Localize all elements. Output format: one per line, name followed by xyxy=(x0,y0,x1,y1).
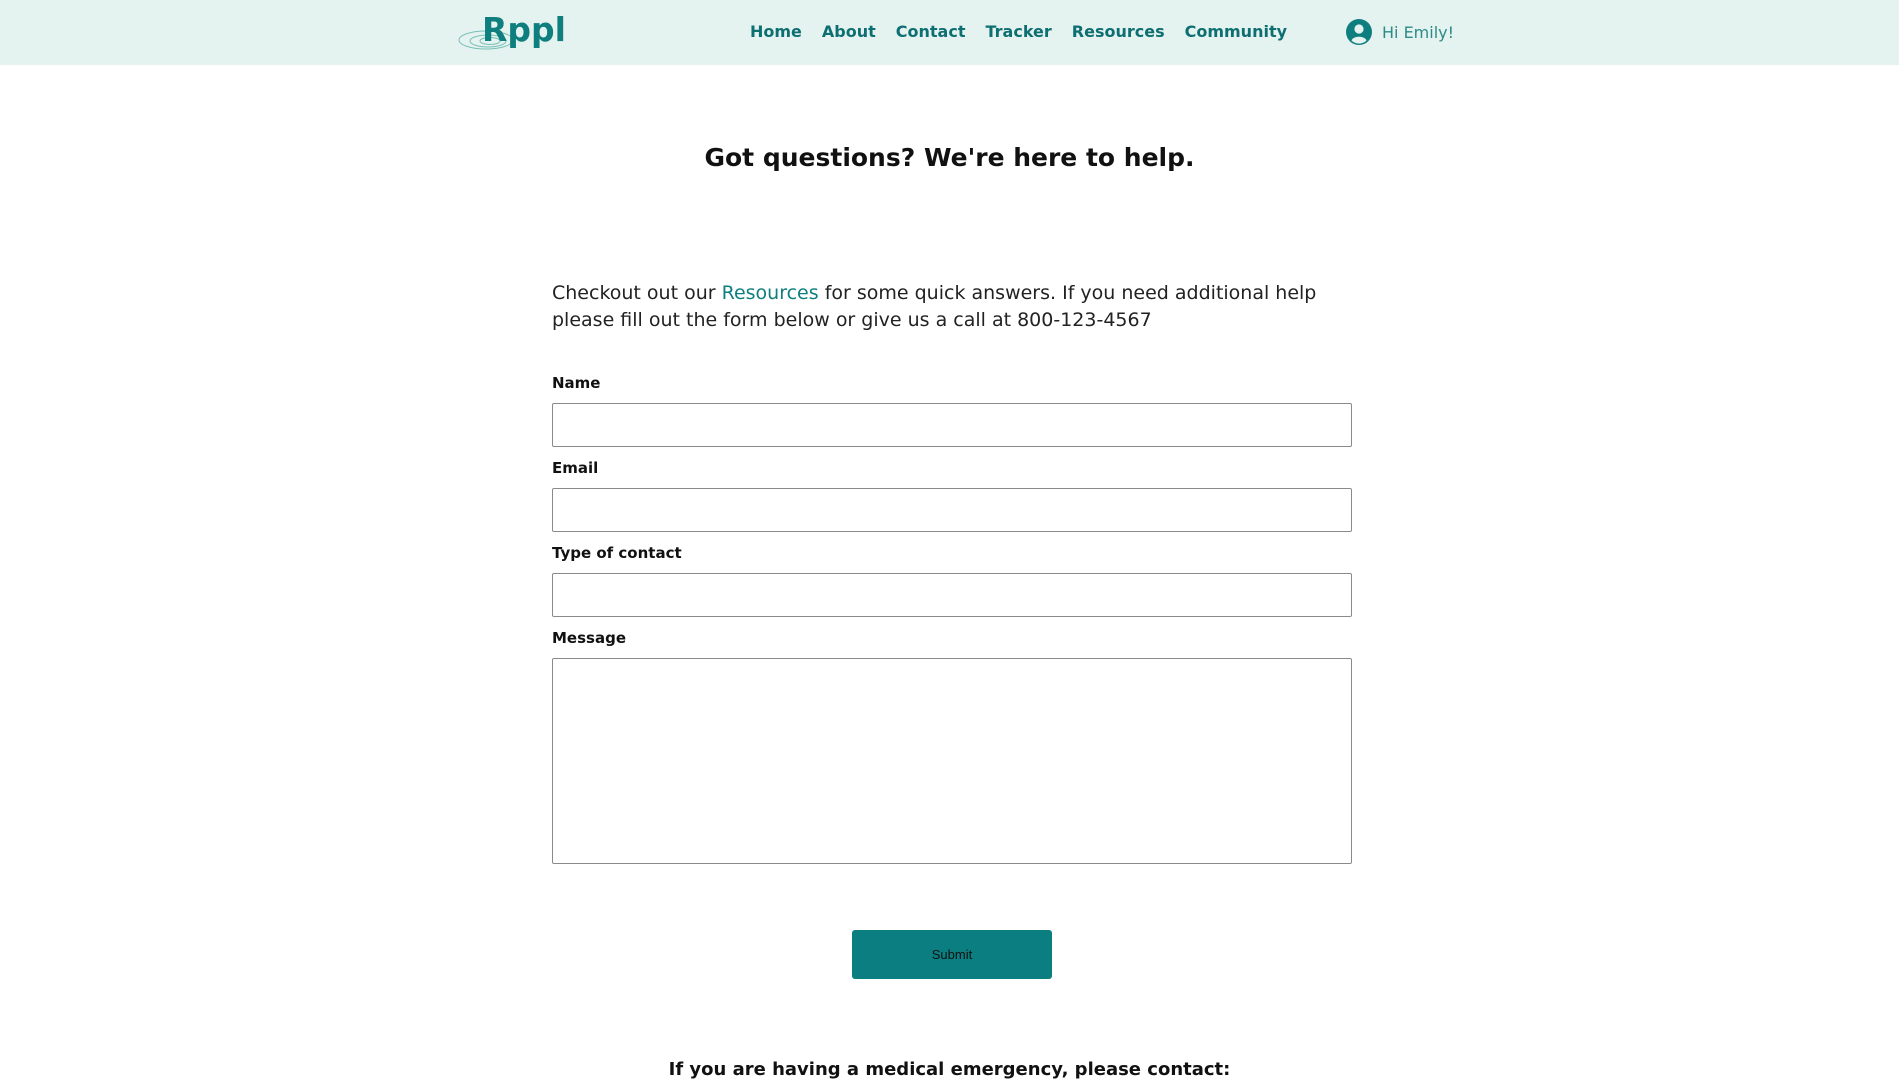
emergency-notice: If you are having a medical emergency, p… xyxy=(668,1059,1231,1080)
nav-tracker[interactable]: Tracker xyxy=(985,22,1051,41)
nav-community[interactable]: Community xyxy=(1185,22,1287,41)
user-circle-icon[interactable] xyxy=(1346,19,1372,45)
name-label: Name xyxy=(552,374,601,392)
main-nav: Home About Contact Tracker Resources Com… xyxy=(750,22,1307,41)
message-label: Message xyxy=(552,629,626,647)
user-menu[interactable]: Hi Emily! xyxy=(1346,19,1454,45)
intro-text-before: Checkout out our xyxy=(552,282,722,304)
nav-home[interactable]: Home xyxy=(750,22,802,41)
brand-name: Rppl xyxy=(482,10,566,49)
message-field[interactable] xyxy=(552,658,1352,864)
nav-about[interactable]: About xyxy=(822,22,876,41)
nav-resources[interactable]: Resources xyxy=(1072,22,1165,41)
top-navbar: Rppl Home About Contact Tracker Resource… xyxy=(0,0,1899,65)
intro-text: Checkout out our Resources for some quic… xyxy=(552,280,1362,334)
submit-button[interactable]: Submit xyxy=(852,930,1052,979)
contact-type-label: Type of contact xyxy=(552,544,682,562)
brand-logo[interactable]: Rppl xyxy=(458,6,568,52)
nav-contact[interactable]: Contact xyxy=(896,22,966,41)
resources-link[interactable]: Resources xyxy=(722,282,819,304)
name-field[interactable] xyxy=(552,403,1352,447)
contact-type-field[interactable] xyxy=(552,573,1352,617)
email-label: Email xyxy=(552,459,599,477)
email-field[interactable] xyxy=(552,488,1352,532)
user-greeting: Hi Emily! xyxy=(1382,22,1455,42)
page-title: Got questions? We're here to help. xyxy=(704,143,1195,172)
